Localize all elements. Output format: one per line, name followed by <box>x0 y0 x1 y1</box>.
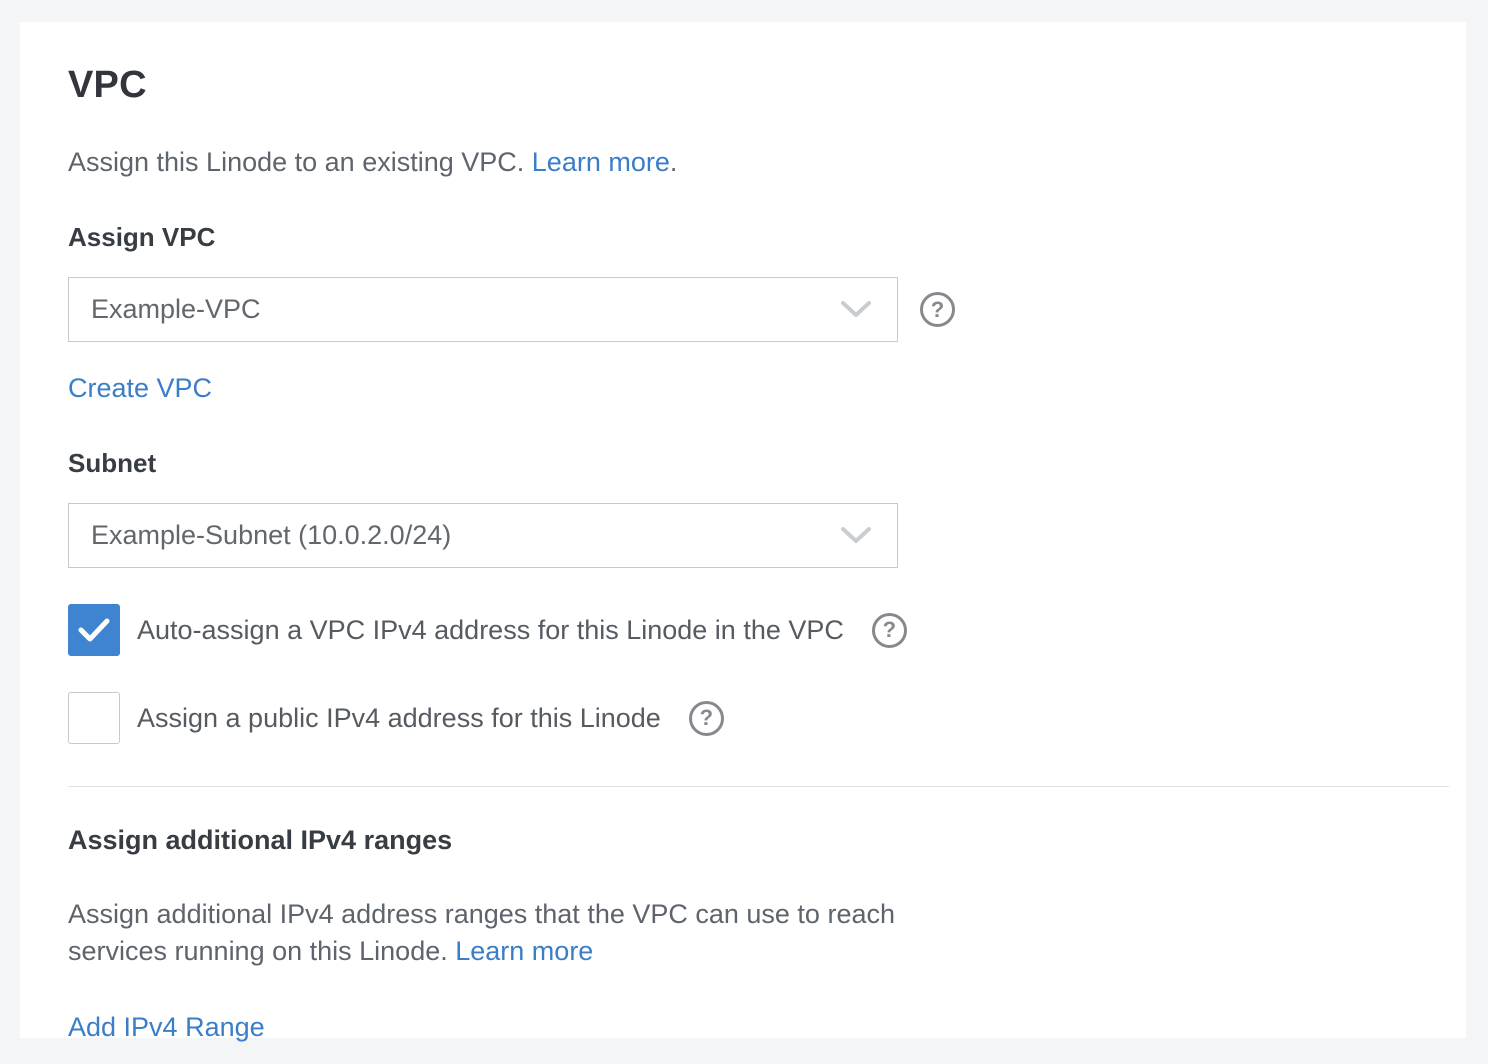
help-icon-glyph: ? <box>931 297 944 323</box>
add-ipv4-range-link[interactable]: Add IPv4 Range <box>68 1012 265 1042</box>
ipv4-ranges-title: Assign additional IPv4 ranges <box>68 825 1418 856</box>
checkmark-icon <box>78 617 110 643</box>
create-vpc-row: Create VPC <box>68 373 1418 404</box>
auto-assign-ipv4-row: Auto-assign a VPC IPv4 address for this … <box>68 604 1418 656</box>
ipv4-ranges-description-line2: services running on this Linode. <box>68 936 448 966</box>
subnet-label: Subnet <box>68 448 1418 479</box>
assign-vpc-label: Assign VPC <box>68 222 1418 253</box>
help-icon[interactable]: ? <box>920 292 955 327</box>
section-divider <box>68 786 1449 787</box>
subnet-select[interactable]: Example-Subnet (10.0.2.0/24) <box>68 503 898 568</box>
public-ipv4-checkbox[interactable] <box>68 692 120 744</box>
learn-more-link-vpc[interactable]: Learn more <box>532 147 670 177</box>
ipv4-ranges-description: Assign additional IPv4 address ranges th… <box>68 896 1418 970</box>
ipv4-ranges-description-line1: Assign additional IPv4 address ranges th… <box>68 896 1418 933</box>
vpc-select-value: Example-VPC <box>91 294 261 325</box>
learn-more-link-ranges[interactable]: Learn more <box>455 936 593 966</box>
subnet-row: Example-Subnet (10.0.2.0/24) <box>68 503 1418 568</box>
chevron-down-icon <box>841 301 871 318</box>
subnet-select-value: Example-Subnet (10.0.2.0/24) <box>91 520 451 551</box>
page-title: VPC <box>68 64 1418 107</box>
help-icon[interactable]: ? <box>689 701 724 736</box>
chevron-down-icon <box>841 527 871 544</box>
vpc-subtitle-text: Assign this Linode to an existing VPC. <box>68 147 524 177</box>
public-ipv4-row: Assign a public IPv4 address for this Li… <box>68 692 1418 744</box>
help-icon-glyph: ? <box>700 705 713 731</box>
vpc-subtitle-period: . <box>670 147 678 177</box>
vpc-subtitle: Assign this Linode to an existing VPC. L… <box>68 147 1418 178</box>
add-ipv4-range-row: Add IPv4 Range <box>68 1012 1418 1043</box>
create-vpc-link[interactable]: Create VPC <box>68 373 212 403</box>
public-ipv4-label: Assign a public IPv4 address for this Li… <box>137 703 661 734</box>
help-icon-glyph: ? <box>883 617 896 643</box>
assign-vpc-row: Example-VPC ? <box>68 277 1418 342</box>
auto-assign-ipv4-checkbox[interactable] <box>68 604 120 656</box>
vpc-panel: VPC Assign this Linode to an existing VP… <box>20 22 1466 1038</box>
auto-assign-ipv4-label: Auto-assign a VPC IPv4 address for this … <box>137 615 844 646</box>
vpc-select[interactable]: Example-VPC <box>68 277 898 342</box>
help-icon[interactable]: ? <box>872 613 907 648</box>
